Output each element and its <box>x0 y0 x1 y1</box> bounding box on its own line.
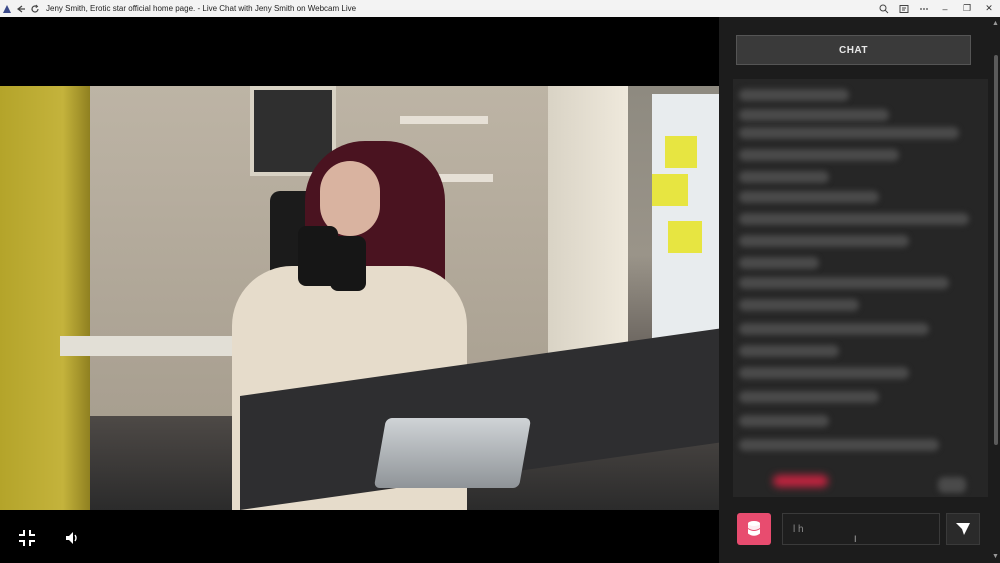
chat-message <box>739 171 829 183</box>
webcam-stream[interactable] <box>0 86 719 510</box>
person-face <box>320 161 380 236</box>
minimize-button[interactable]: – <box>934 4 956 14</box>
chat-message <box>739 235 909 247</box>
video-player[interactable] <box>0 17 719 563</box>
chat-tab-button[interactable]: CHAT <box>736 35 971 65</box>
chat-message <box>938 477 966 493</box>
chat-panel: CHAT I <box>719 17 1000 563</box>
chat-message <box>739 213 969 225</box>
exit-fullscreen-icon[interactable] <box>15 526 39 550</box>
scroll-down-icon[interactable]: ▼ <box>991 553 1000 561</box>
volume-icon[interactable] <box>60 526 84 550</box>
more-icon[interactable] <box>914 2 934 16</box>
app-icon <box>0 2 14 16</box>
send-icon <box>956 523 970 535</box>
send-button[interactable] <box>946 513 980 545</box>
chat-scrollbar[interactable] <box>994 55 998 445</box>
chat-message <box>739 299 859 311</box>
wall-shelf <box>400 116 488 124</box>
restore-button[interactable]: ❐ <box>956 3 978 14</box>
close-button[interactable]: ✕ <box>978 3 1000 14</box>
yellow-wall <box>0 86 90 510</box>
scroll-up-icon[interactable]: ▲ <box>991 20 1000 28</box>
chat-message <box>739 415 829 427</box>
chat-message <box>739 149 899 161</box>
text-cursor-icon: I <box>854 534 857 544</box>
chat-message <box>739 439 939 451</box>
sticky-note <box>665 136 697 168</box>
glove <box>330 236 366 291</box>
browser-titlebar: Jeny Smith, Erotic star official home pa… <box>0 0 1000 18</box>
chat-message <box>739 367 909 379</box>
chat-message <box>739 277 949 289</box>
chat-message <box>739 391 879 403</box>
sticky-note <box>652 174 688 206</box>
chat-message <box>739 127 959 139</box>
back-icon[interactable] <box>14 2 28 16</box>
zoom-icon[interactable] <box>874 2 894 16</box>
chat-message <box>739 323 929 335</box>
chat-message <box>739 257 819 269</box>
titlebar-controls: – ❐ ✕ <box>874 0 1000 17</box>
page-title: Jeny Smith, Erotic star official home pa… <box>46 4 357 13</box>
chat-message <box>739 345 839 357</box>
reader-icon[interactable] <box>894 2 914 16</box>
metal-tray <box>373 418 532 488</box>
chat-message <box>739 89 849 101</box>
chat-message-list[interactable] <box>733 79 988 497</box>
sticky-note <box>668 221 702 253</box>
chat-message-input[interactable] <box>782 513 940 545</box>
chat-message-highlight <box>773 475 828 487</box>
coins-icon <box>748 521 760 536</box>
refresh-icon[interactable] <box>28 2 42 16</box>
chat-message <box>739 109 889 121</box>
tokens-button[interactable] <box>737 513 771 545</box>
chat-message <box>739 191 879 203</box>
